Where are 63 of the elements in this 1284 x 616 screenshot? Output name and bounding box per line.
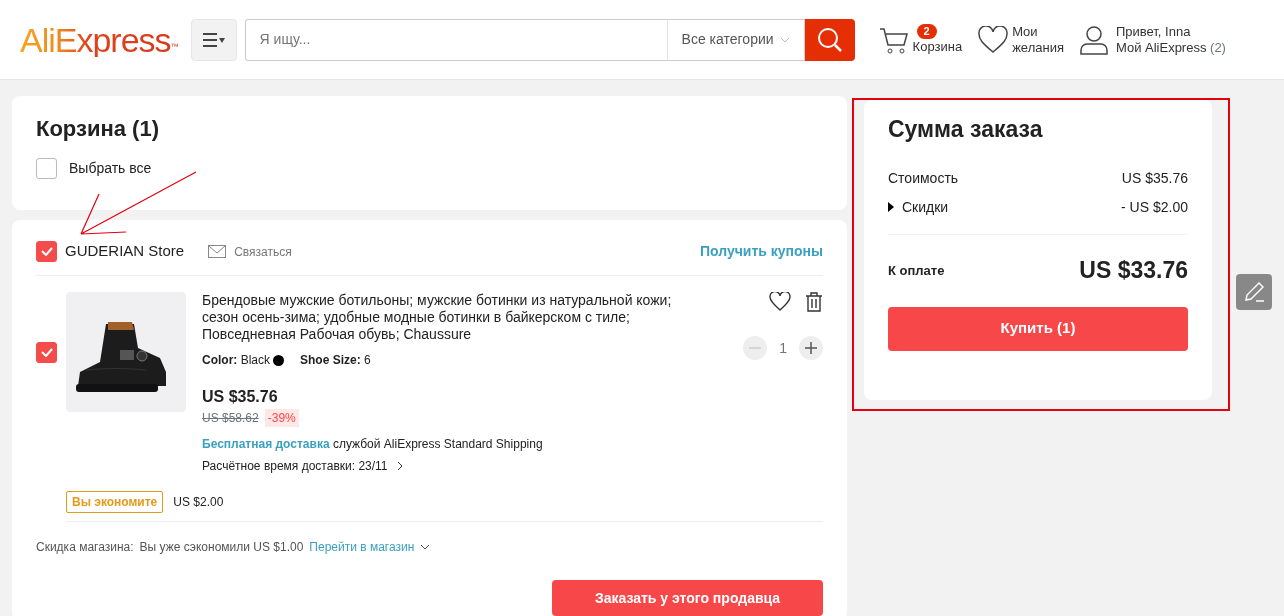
heart-icon xyxy=(978,25,1009,54)
trash-icon[interactable] xyxy=(805,292,823,312)
account-link[interactable]: Мой AliExpress xyxy=(1115,39,1207,55)
search-icon xyxy=(816,26,843,53)
cart-label: Корзина xyxy=(912,39,963,55)
total-amount: US $33.76 xyxy=(1079,256,1188,286)
menu-icon xyxy=(202,32,225,47)
total-label: К оплате xyxy=(888,261,945,280)
summary-value: - US $2.00 xyxy=(1121,197,1188,217)
mail-icon xyxy=(208,245,227,258)
store-name[interactable]: GUDERIAN Store xyxy=(65,240,185,263)
savings-badge: Вы экономите xyxy=(66,491,164,513)
summary-label: Стоимость xyxy=(888,168,959,188)
edit-button[interactable] xyxy=(1236,274,1272,310)
greeting-text: Привет, Inna xyxy=(1115,23,1192,40)
delivery-time-link[interactable]: Расчётное время доставки: 23/11 xyxy=(202,457,672,475)
trademark-sign: ™ xyxy=(170,41,179,51)
chevron-icon xyxy=(395,461,404,471)
cart-count-badge: 2 xyxy=(916,24,937,39)
store-discount-label: Скидка магазина: xyxy=(36,539,134,556)
wishlist-label: Мои xyxy=(1012,23,1039,40)
search-field[interactable]: Я ищу... xyxy=(244,18,667,61)
savings-amount: US $2.00 xyxy=(173,494,224,511)
summary-title: Сумма заказа xyxy=(888,116,1044,144)
check-icon xyxy=(40,347,53,357)
search-button[interactable] xyxy=(804,18,855,61)
summary-value: US $35.76 xyxy=(1121,168,1188,188)
account-count: (2) xyxy=(1210,39,1226,55)
contact-link[interactable]: Связаться xyxy=(208,242,292,261)
buy-button[interactable]: Купить (1) xyxy=(888,306,1188,351)
shipping-service: службой AliExpress Standard Shipping xyxy=(332,437,543,451)
checkbox[interactable] xyxy=(36,341,57,363)
cart-link[interactable]: 2 Корзина xyxy=(878,24,963,55)
check-icon xyxy=(40,247,53,256)
checkbox[interactable] xyxy=(36,158,57,180)
size-option: Shoe Size: 6 xyxy=(300,351,371,369)
wishlist-link[interactable]: Мои желания xyxy=(978,23,1064,56)
category-dropdown[interactable]: Все категории xyxy=(666,18,805,61)
chevron-icon xyxy=(420,544,431,550)
store-discount-text: Вы уже сэкономили US $1.00 xyxy=(139,539,304,556)
color-dot-icon xyxy=(273,354,284,366)
old-price: US $58.62 xyxy=(202,410,259,427)
cart-icon xyxy=(878,25,909,55)
user-icon xyxy=(1079,24,1108,55)
pencil-icon xyxy=(1242,280,1266,304)
select-all-label[interactable]: Выбрать все xyxy=(69,158,152,180)
chevron-icon xyxy=(779,36,790,43)
free-shipping-label: Бесплатная доставка xyxy=(202,437,330,451)
color-option: Color: Black xyxy=(202,351,270,369)
heart-icon[interactable] xyxy=(769,292,791,312)
cart-title: Корзина (1) xyxy=(36,116,160,143)
discounts-toggle[interactable]: Скидки xyxy=(888,196,949,218)
product-title[interactable]: Брендовые мужские ботильоны; мужские ботинки из натуральной кожи; сезон осень-зима; удобные модные ботинки в байкерском с тиле; Повседневная Рабочая обувь; Chaussure xyxy=(202,292,672,343)
order-button[interactable]: Заказать у этого продавца xyxy=(552,580,823,616)
caret-icon xyxy=(888,202,894,213)
price: US $35.76 xyxy=(202,387,279,407)
discount-badge: -39% xyxy=(264,409,299,427)
menu-button[interactable] xyxy=(190,18,237,61)
checkbox[interactable] xyxy=(36,241,57,262)
plus-icon xyxy=(805,342,817,354)
wishlist-label: желания xyxy=(1012,39,1064,56)
quantity-value: 1 xyxy=(778,338,788,358)
increase-button[interactable] xyxy=(799,336,823,360)
